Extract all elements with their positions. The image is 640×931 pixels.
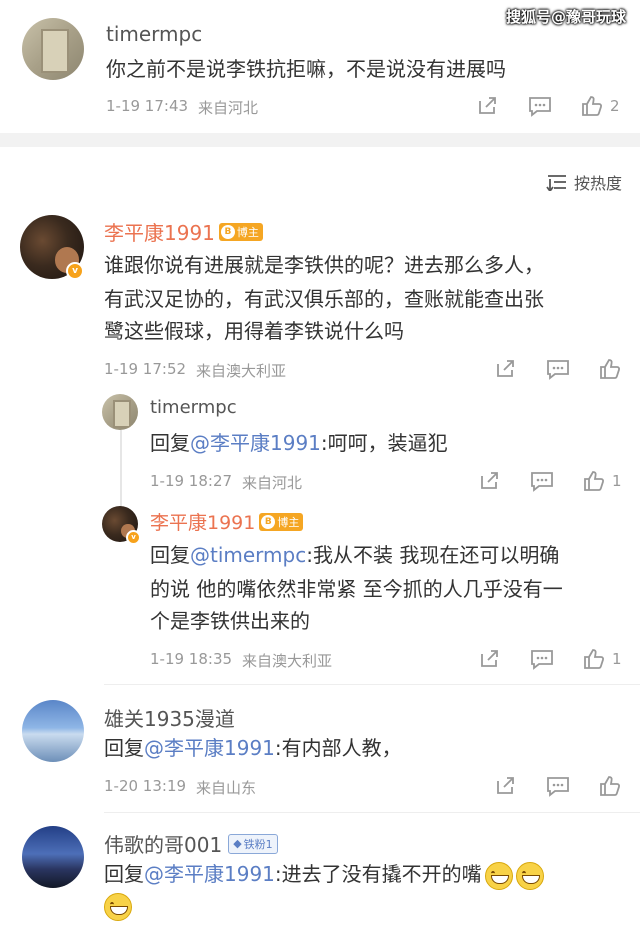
host-badge: B 博主 xyxy=(259,512,304,531)
reply-text: 回复@李平康1991:呵呵，装逼犯 xyxy=(150,426,448,460)
comment-icon xyxy=(529,97,551,117)
like-button[interactable]: 1 xyxy=(582,647,622,671)
comment-time: 1-20 13:19 xyxy=(104,777,187,795)
comment-button[interactable] xyxy=(530,470,554,492)
reply-text: 回复@李平康1991:进去了没有撬不开的嘴 xyxy=(104,857,544,891)
mention-link[interactable]: @timermpc xyxy=(190,543,306,567)
comment-time: 1-19 18:35 xyxy=(150,650,233,668)
fan-badge-label: 铁粉1 xyxy=(243,837,273,851)
sort-label: 按热度 xyxy=(573,174,622,193)
username[interactable]: 李平康1991 xyxy=(150,508,255,535)
share-icon xyxy=(481,650,498,667)
thumbs-up-icon xyxy=(582,96,603,116)
thumbs-up-icon xyxy=(600,359,621,379)
comment-icon xyxy=(547,777,569,797)
reply-body: :呵呵，装逼犯 xyxy=(320,431,448,455)
share-button[interactable] xyxy=(494,775,516,797)
mention-link[interactable]: @李平康1991 xyxy=(144,736,275,760)
comment-text: 你之前不是说李铁抗拒嘛，不是说没有进展吗 xyxy=(106,57,506,81)
verified-icon: v xyxy=(126,530,141,545)
share-icon xyxy=(497,777,514,794)
username[interactable]: 伟歌的哥001 xyxy=(104,829,222,858)
thumbs-up-icon xyxy=(584,649,605,669)
mention-link[interactable]: @李平康1991 xyxy=(190,431,321,455)
avatar[interactable] xyxy=(102,394,138,430)
share-button[interactable] xyxy=(494,358,516,380)
comment-source: 来自澳大利亚 xyxy=(196,362,287,380)
comment-source: 来自河北 xyxy=(198,99,259,117)
comment-separator xyxy=(104,684,640,685)
host-badge-icon: B xyxy=(261,514,276,529)
comment-time: 1-19 17:52 xyxy=(104,360,187,378)
comment-icon xyxy=(531,650,553,670)
comment-button[interactable] xyxy=(530,648,554,670)
share-icon xyxy=(497,360,514,377)
like-count: 1 xyxy=(612,650,622,668)
thumbs-up-icon xyxy=(584,471,605,491)
username[interactable]: timermpc xyxy=(106,22,202,46)
comment-source: 来自山东 xyxy=(196,779,257,797)
like-count: 1 xyxy=(612,472,622,490)
sort-icon xyxy=(546,175,566,191)
comment-icon xyxy=(547,360,569,380)
grin-emoji-icon xyxy=(515,861,544,890)
like-button[interactable]: 1 xyxy=(582,469,622,493)
username[interactable]: 李平康1991 xyxy=(104,217,215,246)
comment-icon xyxy=(531,472,553,492)
reply-text: 个是李铁供出来的 xyxy=(150,609,310,633)
comment-text: 谁跟你说有进展就是李铁供的呢？进去那么多人， xyxy=(104,253,544,277)
comment-button[interactable] xyxy=(528,95,552,117)
host-badge-icon: B xyxy=(220,224,235,239)
verified-icon: v xyxy=(66,262,84,280)
like-button[interactable]: 2 xyxy=(580,94,620,118)
fan-badge: ◆ 铁粉1 xyxy=(228,833,278,854)
comment-button[interactable] xyxy=(546,775,570,797)
host-badge: B 博主 xyxy=(218,222,263,241)
reply-prefix: 回复 xyxy=(104,736,144,760)
grin-emoji-icon xyxy=(484,861,513,890)
section-divider xyxy=(0,133,640,147)
diamond-icon: ◆ xyxy=(233,837,242,850)
sort-by-hot-button[interactable]: 按热度 xyxy=(546,170,622,194)
comment-source: 来自澳大利亚 xyxy=(242,652,333,670)
reply-text: 的说 他的嘴依然非常紧 至今抓的人几乎没有一 xyxy=(150,577,563,601)
reply-body: :进去了没有撬不开的嘴 xyxy=(274,862,482,886)
comment-text: 鹭这些假球，用得着李铁说什么吗 xyxy=(104,319,404,343)
share-button[interactable] xyxy=(476,95,498,117)
reply-prefix: 回复 xyxy=(150,543,190,567)
reply-text: 回复@timermpc:我从不装 我现在还可以明确 xyxy=(150,538,559,572)
like-button[interactable] xyxy=(598,774,622,798)
avatar[interactable] xyxy=(22,826,84,888)
comment-source: 来自河北 xyxy=(242,474,303,492)
comment-time: 1-19 17:43 xyxy=(106,97,189,115)
reply-prefix: 回复 xyxy=(104,862,144,886)
share-button[interactable] xyxy=(478,470,500,492)
avatar[interactable] xyxy=(22,700,84,762)
username[interactable]: timermpc xyxy=(150,397,237,418)
grin-emoji-icon xyxy=(104,893,132,921)
host-badge-label: 博主 xyxy=(236,225,259,239)
watermark: 搜狐号@豫哥玩球 xyxy=(505,8,626,26)
thumbs-up-icon xyxy=(600,776,621,796)
reply-body: :有内部人教， xyxy=(274,736,402,760)
comment-time: 1-19 18:27 xyxy=(150,472,233,490)
mention-link[interactable]: @李平康1991 xyxy=(144,862,275,886)
share-icon xyxy=(481,472,498,489)
like-button[interactable] xyxy=(598,357,622,381)
username[interactable]: 雄关1935漫道 xyxy=(104,703,235,732)
share-button[interactable] xyxy=(478,648,500,670)
comment-separator xyxy=(104,812,640,813)
like-count: 2 xyxy=(610,97,620,115)
reply-body: :我从不装 我现在还可以明确 xyxy=(306,543,560,567)
reply-thread-line xyxy=(120,430,122,512)
comment-button[interactable] xyxy=(546,358,570,380)
reply-prefix: 回复 xyxy=(150,431,190,455)
share-icon xyxy=(479,97,496,114)
reply-text: 回复@李平康1991:有内部人教， xyxy=(104,731,402,765)
host-badge-label: 博主 xyxy=(277,515,300,529)
avatar[interactable] xyxy=(22,18,84,80)
comment-text: 有武汉足协的，有武汉俱乐部的，查账就能查出张 xyxy=(104,287,544,311)
